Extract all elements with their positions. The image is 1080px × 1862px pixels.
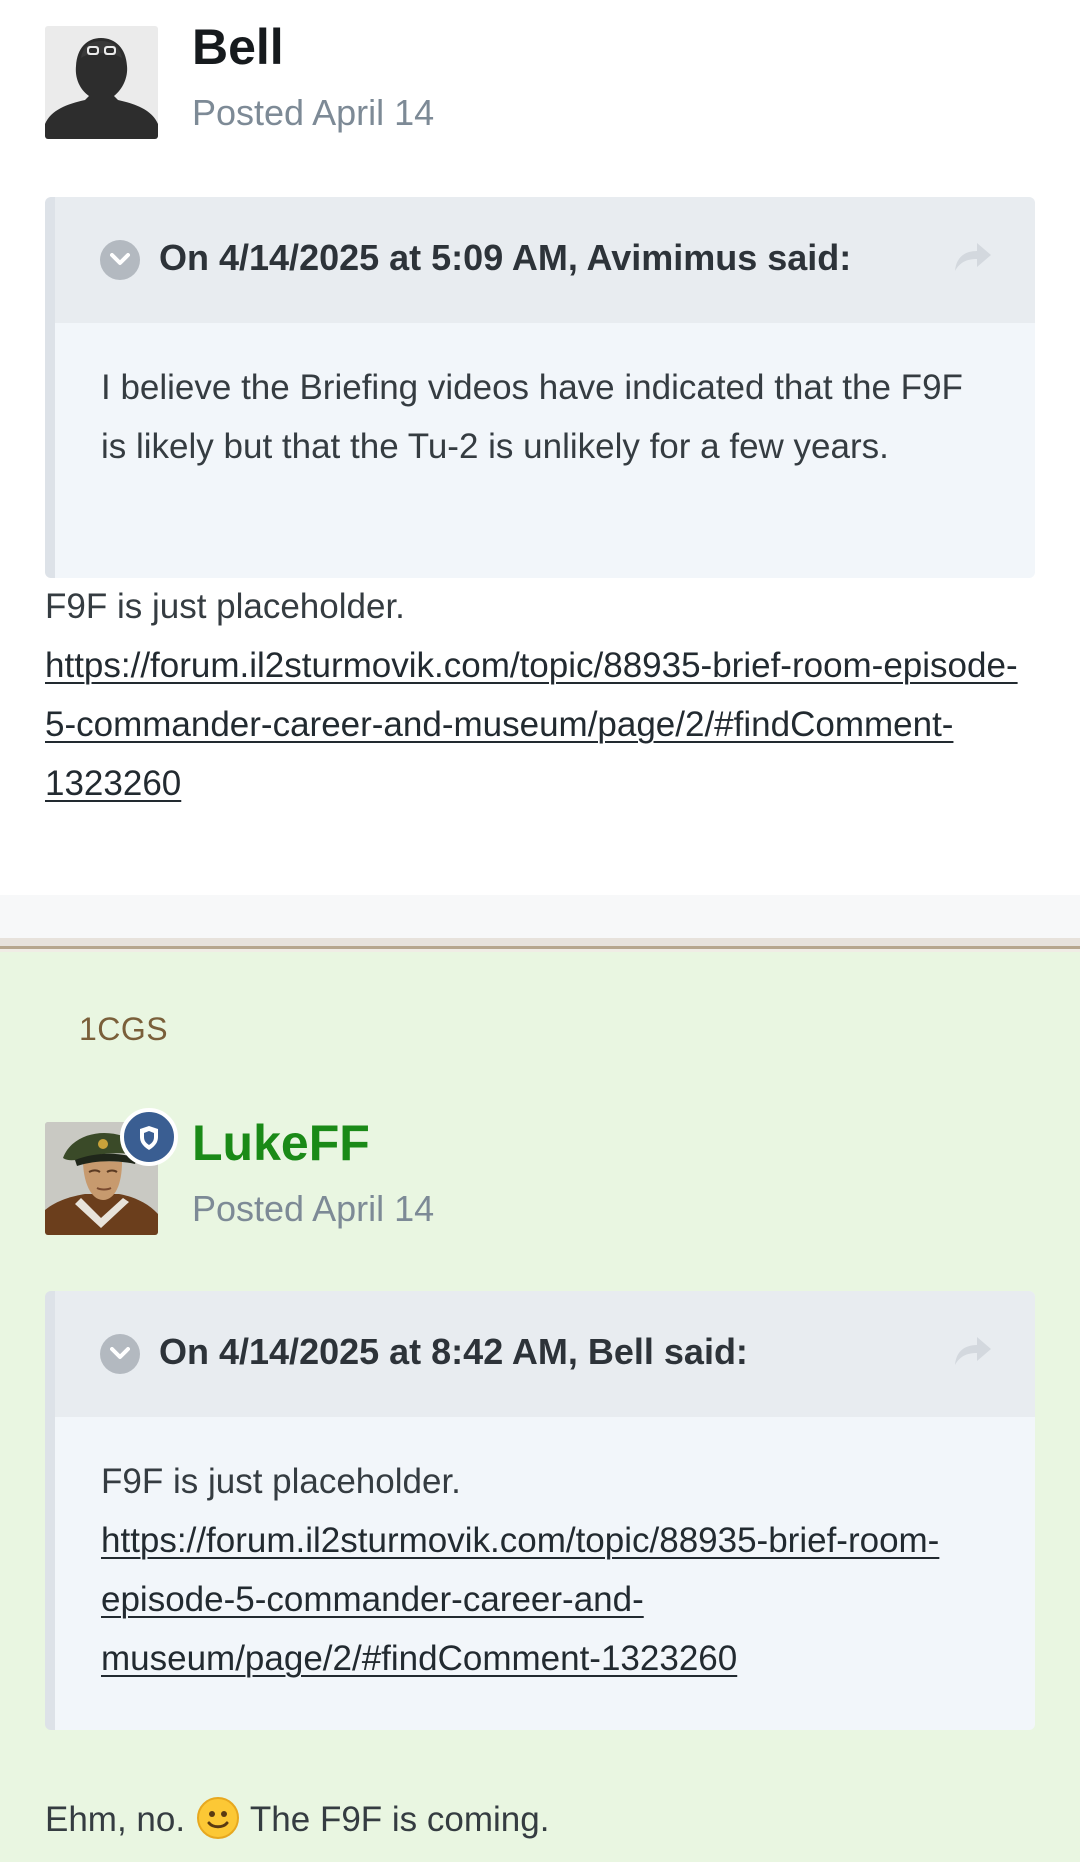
quote-header[interactable]: On 4/14/2025 at 5:09 AM, Avimimus said: bbox=[55, 197, 1035, 323]
quote-text-line: F9F is just placeholder. bbox=[101, 1462, 461, 1501]
shield-icon bbox=[140, 1126, 158, 1150]
chevron-down-icon[interactable] bbox=[100, 240, 140, 280]
quote-text: I believe the Briefing videos have indic… bbox=[101, 368, 963, 466]
quote-topic-link[interactable]: https://forum.il2sturmovik.com/topic/889… bbox=[101, 1521, 939, 1678]
moderator-shield-badge bbox=[120, 1108, 178, 1166]
topic-link[interactable]: https://forum.il2sturmovik.com/topic/889… bbox=[45, 646, 1018, 803]
pilot-silhouette-icon bbox=[45, 38, 158, 139]
author-name[interactable]: Bell bbox=[192, 18, 284, 76]
quote-text: F9F is just placeholder. https://forum.i… bbox=[55, 1417, 1035, 1726]
chevron-down-icon[interactable] bbox=[100, 1334, 140, 1374]
quote-citation: On 4/14/2025 at 5:09 AM, Avimimus said: bbox=[159, 237, 852, 278]
post-text-after: The F9F is coming. bbox=[249, 1800, 550, 1839]
author-name-moderator[interactable]: LukeFF bbox=[192, 1114, 370, 1172]
post-text: F9F is just placeholder. bbox=[45, 587, 405, 626]
share-arrow-icon[interactable] bbox=[953, 1335, 993, 1374]
post-text-before: Ehm, no. bbox=[45, 1800, 186, 1839]
share-arrow-icon[interactable] bbox=[953, 241, 993, 280]
smiling-face-emoji-icon bbox=[196, 1797, 239, 1839]
quote-block: On 4/14/2025 at 5:09 AM, Avimimus said: … bbox=[45, 197, 1035, 578]
post-divider bbox=[0, 938, 1080, 952]
avatar-bell[interactable] bbox=[45, 26, 158, 139]
post-date[interactable]: Posted April 14 bbox=[192, 92, 434, 134]
quote-block: On 4/14/2025 at 8:42 AM, Bell said: F9F … bbox=[45, 1291, 1035, 1730]
post-content: F9F is just placeholder. https://forum.i… bbox=[45, 577, 1035, 813]
quote-citation: On 4/14/2025 at 8:42 AM, Bell said: bbox=[159, 1331, 748, 1372]
post-date[interactable]: Posted April 14 bbox=[192, 1188, 434, 1230]
post-separator-gap bbox=[0, 895, 1080, 938]
group-badge-label: 1CGS bbox=[79, 1011, 169, 1047]
post-bell: Bell Posted April 14 On 4/14/2025 at 5:0… bbox=[0, 0, 1080, 895]
quote-header[interactable]: On 4/14/2025 at 8:42 AM, Bell said: bbox=[55, 1291, 1035, 1417]
post-content: Ehm, no. The F9F is coming. bbox=[45, 1790, 1035, 1849]
